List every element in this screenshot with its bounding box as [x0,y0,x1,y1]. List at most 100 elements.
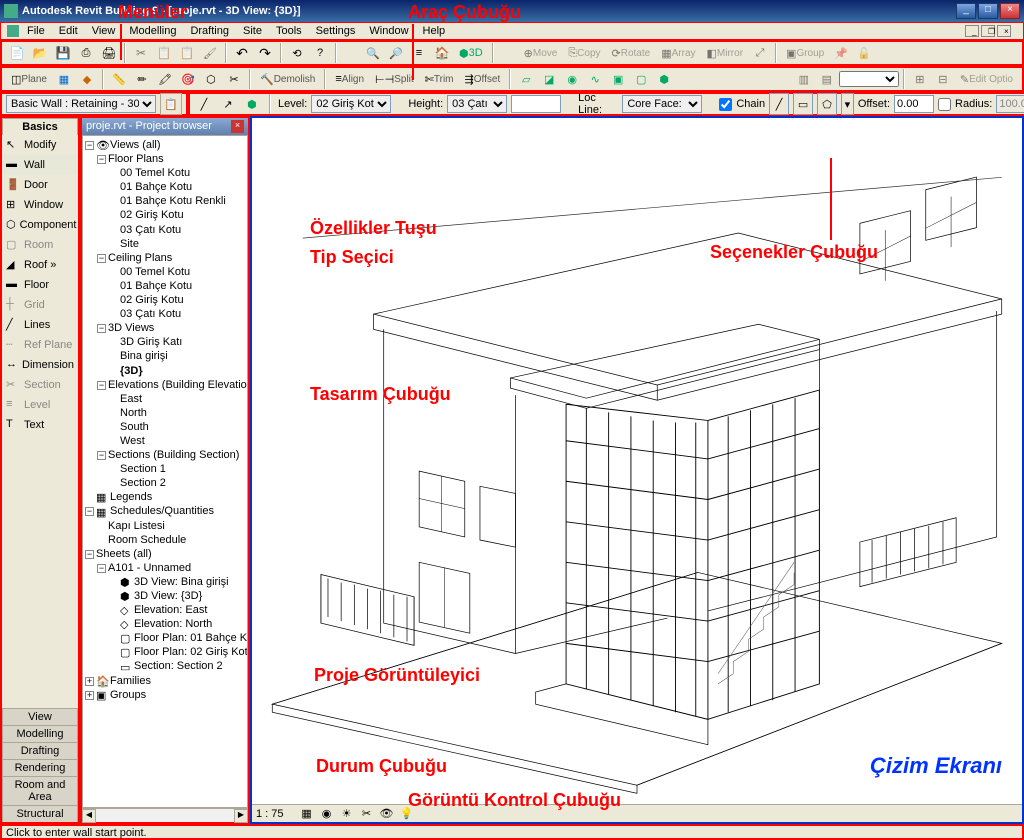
default-3d-button[interactable]: ⬢ 3D [454,42,488,64]
tree-node[interactable]: West [85,434,245,448]
tree-node[interactable]: 03 Çatı Kotu [85,307,245,321]
tree-node[interactable]: East [85,392,245,406]
tree-node[interactable]: 01 Bahçe Kotu [85,180,245,194]
pick-button[interactable]: 🎯 [177,68,199,90]
highlight-button[interactable]: 🖍 [154,68,176,90]
tree-toggle[interactable]: − [97,324,106,333]
btn-b[interactable]: ⊟ [932,68,954,90]
edit-options-button[interactable]: ✎ Edit Optio [955,68,1018,90]
level-select[interactable]: 02 Giriş Kotu [311,95,391,113]
menu-settings[interactable]: Settings [310,24,362,38]
design-item-dimension[interactable]: ↔Dimension [2,355,78,375]
tree-node[interactable]: −▦Schedules/Quantities [85,504,245,518]
menu-file[interactable]: File [21,24,51,38]
filter1-button[interactable]: ▥ [793,68,815,90]
design-item-lines[interactable]: ╱Lines [2,315,78,335]
menu-view[interactable]: View [86,24,122,38]
scroll-left-button[interactable]: ◀ [82,809,96,823]
tree-node[interactable]: −Sections (Building Section) [85,448,245,462]
blend-button[interactable]: ◪ [538,68,560,90]
btn-a[interactable]: ⊞ [909,68,931,90]
chain-checkbox[interactable] [719,98,732,111]
tree-node[interactable]: −Sheets (all) [85,547,245,561]
design-tab-basics[interactable]: Basics [2,118,78,135]
pb-close-button[interactable]: × [231,120,244,133]
tree-node[interactable]: Bina girişi [85,349,245,363]
match-button[interactable]: 🖌 [199,42,221,64]
form-button[interactable]: ⬢ [653,68,675,90]
tree-node[interactable]: North [85,406,245,420]
copy-tool-button[interactable]: ⎘ Copy [563,42,605,64]
tape-button[interactable]: ✏ [131,68,153,90]
filter2-button[interactable]: ▤ [816,68,838,90]
help-button[interactable]: ? [309,42,331,64]
tree-node[interactable]: ⬢3D View: Bina girişi [85,575,245,589]
measure-button[interactable]: 📏 [108,68,130,90]
tree-node[interactable]: 02 Giriş Kotu [85,208,245,222]
tree-node[interactable]: ▭Section: Section 2 [85,659,245,673]
zoomregion-button[interactable]: 🔎 [385,42,407,64]
menu-site[interactable]: Site [237,24,268,38]
tree-node[interactable]: +🏠Families [85,674,245,688]
tree-toggle[interactable]: − [97,564,106,573]
unpin-button[interactable]: 🔓 [853,42,875,64]
menu-modelling[interactable]: Modelling [123,24,182,38]
new-button[interactable] [6,42,28,64]
paste-button[interactable] [176,42,198,64]
detail-level-button[interactable]: ▦ [298,806,316,822]
tree-node[interactable]: 3D Giriş Katı [85,335,245,349]
tree-node[interactable]: −A101 - Unnamed [85,561,245,575]
tree-node[interactable]: {3D} [85,364,245,378]
tree-node[interactable]: 02 Giriş Kotu [85,293,245,307]
copy-button[interactable] [153,42,175,64]
design-item-roof[interactable]: ◢Roof » [2,255,78,275]
close-button[interactable]: × [1000,3,1020,19]
draw-3d-button[interactable]: ⬢ [242,93,262,115]
grid-snap-button[interactable]: ▦ [53,68,75,90]
offset-tool-button[interactable]: ⇶ Offset [460,68,506,90]
tree-node[interactable]: −Floor Plans [85,152,245,166]
menu-window[interactable]: Window [363,24,414,38]
shadows-button[interactable]: ☀ [338,806,356,822]
design-tab-structural[interactable]: Structural [2,805,78,822]
tree-toggle[interactable]: − [85,507,94,516]
menu-edit[interactable]: Edit [53,24,84,38]
design-item-wall[interactable]: ▬Wall [2,155,78,175]
offset-input[interactable] [894,95,934,113]
dyn-view-button[interactable]: ⟲ [286,42,308,64]
trim-button[interactable]: ✄ Trim [420,68,459,90]
scroll-right-button[interactable]: ▶ [234,809,248,823]
minimize-button[interactable]: _ [956,3,976,19]
tree-toggle[interactable]: + [85,691,94,700]
tree-node[interactable]: 01 Bahçe Kotu [85,279,245,293]
tree-node[interactable]: Kapı Listesi [85,519,245,533]
sweep-button[interactable]: ∿ [584,68,606,90]
phase-select[interactable] [839,71,899,87]
tree-node[interactable]: Site [85,237,245,251]
tree-node[interactable]: −3D Views [85,321,245,335]
mode-dropdown[interactable]: ▾ [841,93,854,115]
group-button[interactable]: ▣ Group [781,42,829,64]
array-button[interactable]: ▦ Array [656,42,700,64]
maximize-button[interactable]: □ [978,3,998,19]
tree-node[interactable]: 00 Temel Kotu [85,166,245,180]
zoom-button[interactable]: 🔍 [362,42,384,64]
tree-node[interactable]: −👁Views (all) [85,138,245,152]
rect-mode-button[interactable]: ▭ [793,93,813,115]
radius-checkbox[interactable] [938,98,951,111]
extrude-button[interactable]: ▱ [515,68,537,90]
tree-node[interactable]: −Ceiling Plans [85,251,245,265]
print-button[interactable] [98,42,120,64]
design-tab-view[interactable]: View [2,708,78,725]
design-item-window[interactable]: ⊞Window [2,195,78,215]
tree-node[interactable]: ◇Elevation: East [85,603,245,617]
doc-control-icon[interactable] [7,25,19,37]
redo-button[interactable] [254,42,276,64]
project-browser-tree[interactable]: −👁Views (all)−Floor Plans00 Temel Kotu01… [82,135,248,808]
tree-node[interactable]: South [85,420,245,434]
hide-button[interactable]: 👁 [378,806,396,822]
save-button[interactable] [52,42,74,64]
tree-toggle[interactable]: − [97,254,106,263]
tree-node[interactable]: ◇Elevation: North [85,617,245,631]
tree-toggle[interactable]: − [97,451,106,460]
